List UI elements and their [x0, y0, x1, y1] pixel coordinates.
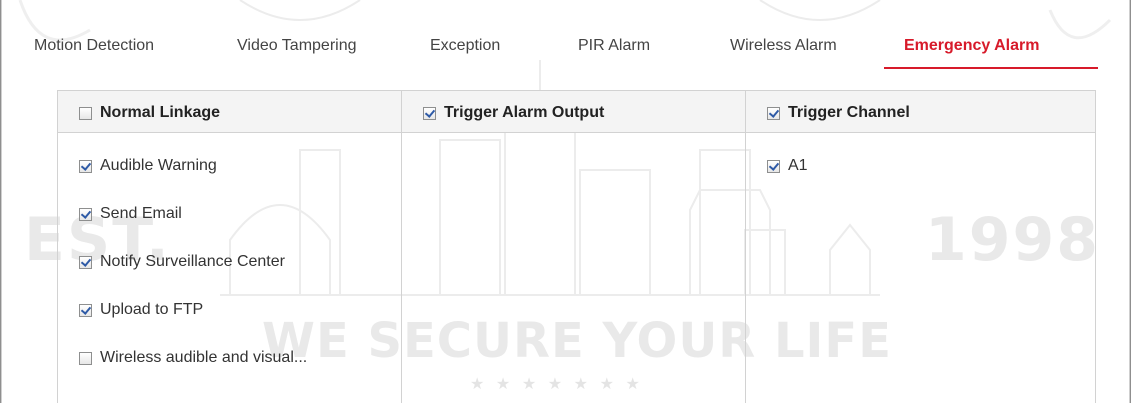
- tab-wireless-alarm[interactable]: Wireless Alarm: [730, 32, 837, 62]
- wireless-audible-visual-checkbox[interactable]: [79, 351, 92, 365]
- trigger-channel-header: Trigger Channel: [767, 104, 910, 122]
- trigger-alarm-output-label: Trigger Alarm Output: [444, 104, 605, 121]
- audible-warning-checkbox[interactable]: [79, 159, 92, 173]
- linkage-option-notify-surveillance-center: Notify Surveillance Center: [79, 253, 285, 271]
- notify-surveillance-center-label: Notify Surveillance Center: [100, 253, 285, 270]
- active-tab-indicator: [884, 67, 1098, 69]
- upload-to-ftp-label: Upload to FTP: [100, 301, 204, 318]
- tab-exception[interactable]: Exception: [430, 32, 500, 62]
- tab-motion-detection[interactable]: Motion Detection: [34, 32, 154, 62]
- column-divider: [1095, 90, 1096, 403]
- send-email-checkbox[interactable]: [79, 207, 92, 221]
- tab-pir-alarm[interactable]: PIR Alarm: [578, 32, 650, 62]
- alarm-type-tabs: Motion Detection Video Tampering Excepti…: [0, 32, 1131, 69]
- linkage-option-upload-to-ftp: Upload to FTP: [79, 301, 203, 319]
- linkage-option-audible-warning: Audible Warning: [79, 157, 217, 175]
- column-divider: [401, 90, 402, 403]
- notify-surveillance-center-checkbox[interactable]: [79, 255, 92, 269]
- wireless-audible-visual-label: Wireless audible and visual...: [100, 349, 308, 366]
- normal-linkage-checkbox[interactable]: [79, 106, 92, 120]
- send-email-label: Send Email: [100, 205, 182, 222]
- column-divider: [57, 90, 58, 403]
- trigger-alarm-output-header: Trigger Alarm Output: [423, 104, 604, 122]
- upload-to-ftp-checkbox[interactable]: [79, 303, 92, 317]
- audible-warning-label: Audible Warning: [100, 157, 217, 174]
- linkage-option-wireless-audible-visual: Wireless audible and visual...: [79, 349, 307, 367]
- trigger-channel-checkbox[interactable]: [767, 106, 780, 120]
- linkage-method-table: Normal Linkage Trigger Alarm Output Trig…: [57, 90, 1096, 403]
- column-divider: [745, 90, 746, 403]
- tab-emergency-alarm[interactable]: Emergency Alarm: [904, 32, 1039, 62]
- normal-linkage-header: Normal Linkage: [79, 104, 220, 122]
- trigger-alarm-output-checkbox[interactable]: [423, 106, 436, 120]
- channel-a1-checkbox[interactable]: [767, 159, 780, 173]
- trigger-channel-label: Trigger Channel: [788, 104, 910, 121]
- channel-a1-label: A1: [788, 157, 808, 174]
- linkage-option-send-email: Send Email: [79, 205, 182, 223]
- trigger-channel-option-a1: A1: [767, 157, 808, 175]
- tab-video-tampering[interactable]: Video Tampering: [237, 32, 357, 62]
- normal-linkage-label: Normal Linkage: [100, 104, 221, 121]
